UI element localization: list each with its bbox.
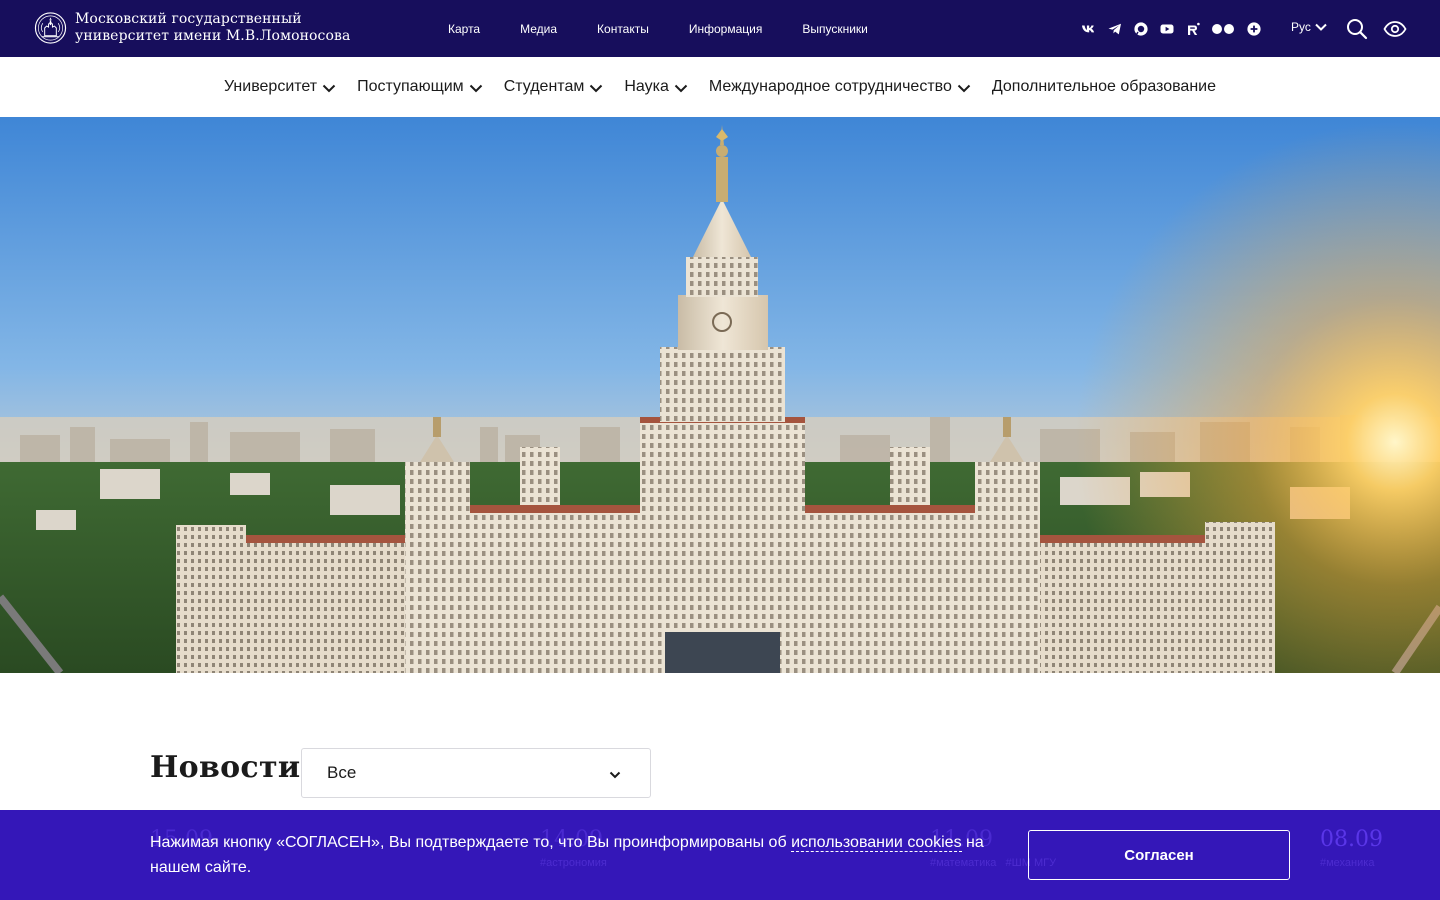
site-logo[interactable]: Московский государственный университет и… — [34, 11, 350, 45]
language-select[interactable]: Рус — [1291, 20, 1328, 34]
accessibility-eye-icon[interactable] — [1383, 19, 1407, 39]
msu-emblem-icon — [34, 12, 67, 44]
vk-icon[interactable] — [1080, 20, 1097, 37]
nav-item-science[interactable]: Наука — [624, 78, 689, 96]
nav-item-students[interactable]: Студентам — [504, 78, 605, 96]
telegram-icon[interactable] — [1106, 20, 1123, 37]
flickr-icon[interactable] — [1210, 20, 1236, 37]
chevron-down-icon — [957, 84, 971, 93]
more-icon[interactable] — [1245, 20, 1262, 37]
rutube-icon[interactable] — [1184, 20, 1201, 37]
top-links: Карта Медиа Контакты Информация Выпускни… — [448, 21, 908, 37]
nav-item-university[interactable]: Университет — [224, 78, 337, 96]
logo-text: Московский государственный университет и… — [75, 11, 350, 45]
language-label: Рус — [1291, 20, 1311, 34]
news-filter-value: Все — [327, 763, 357, 782]
youtube-icon[interactable] — [1158, 20, 1175, 37]
news-section-title: Новости — [150, 750, 301, 785]
nav-item-international[interactable]: Международное сотрудничество — [709, 78, 972, 96]
news-filter-select[interactable]: Все — [301, 748, 651, 798]
chevron-down-icon — [469, 84, 482, 93]
cookie-notice-text: Нажимая кнопку «СОГЛАСЕН», Вы подтвержда… — [150, 830, 1000, 880]
cookie-banner: 15.09 14.09 #астрономия 11.09 #математик… — [0, 810, 1440, 900]
chevron-down-icon — [322, 84, 336, 93]
top-link-alumni[interactable]: Выпускники — [802, 21, 868, 37]
nav-item-label: Поступающим — [357, 78, 464, 95]
chevron-down-icon — [674, 84, 688, 93]
nav-item-label: Наука — [624, 78, 669, 95]
chevron-down-icon — [1315, 23, 1327, 31]
cookie-policy-link[interactable]: использовании cookies — [791, 834, 962, 852]
news-card-tags[interactable]: #механика — [1320, 857, 1374, 869]
nav-item-label: Дополнительное образование — [991, 78, 1216, 95]
social-links — [1080, 20, 1262, 37]
nav-item-label: Университет — [223, 78, 318, 95]
nav-item-extra-education[interactable]: Дополнительное образование — [992, 78, 1216, 96]
cookie-text-before: Нажимая кнопку «СОГЛАСЕН», Вы подтвержда… — [150, 834, 792, 851]
top-bar: Московский государственный университет и… — [0, 0, 1440, 57]
nav-item-label: Студентам — [503, 78, 585, 95]
top-link-contacts[interactable]: Контакты — [597, 21, 649, 37]
chevron-down-icon — [609, 771, 621, 779]
logo-line-2: университет имени М.В.Ломоносова — [75, 28, 351, 44]
nav-item-applicants[interactable]: Поступающим — [357, 78, 484, 96]
top-link-map[interactable]: Карта — [448, 21, 480, 37]
logo-line-1: Московский государственный — [75, 11, 302, 27]
msu-main-building-illustration — [0, 117, 1440, 673]
top-link-media[interactable]: Медиа — [520, 21, 557, 37]
max-icon[interactable] — [1132, 20, 1149, 37]
search-icon[interactable] — [1346, 18, 1368, 40]
main-navigation: Университет Поступающим Студентам Наука … — [0, 57, 1440, 117]
top-link-info[interactable]: Информация — [689, 21, 762, 37]
hero-image — [0, 117, 1440, 673]
chevron-down-icon — [590, 84, 603, 93]
nav-item-label: Международное сотрудничество — [708, 78, 952, 95]
news-card-date[interactable]: 08.09 — [1320, 827, 1383, 852]
cookie-accept-button[interactable]: Согласен — [1028, 830, 1290, 880]
